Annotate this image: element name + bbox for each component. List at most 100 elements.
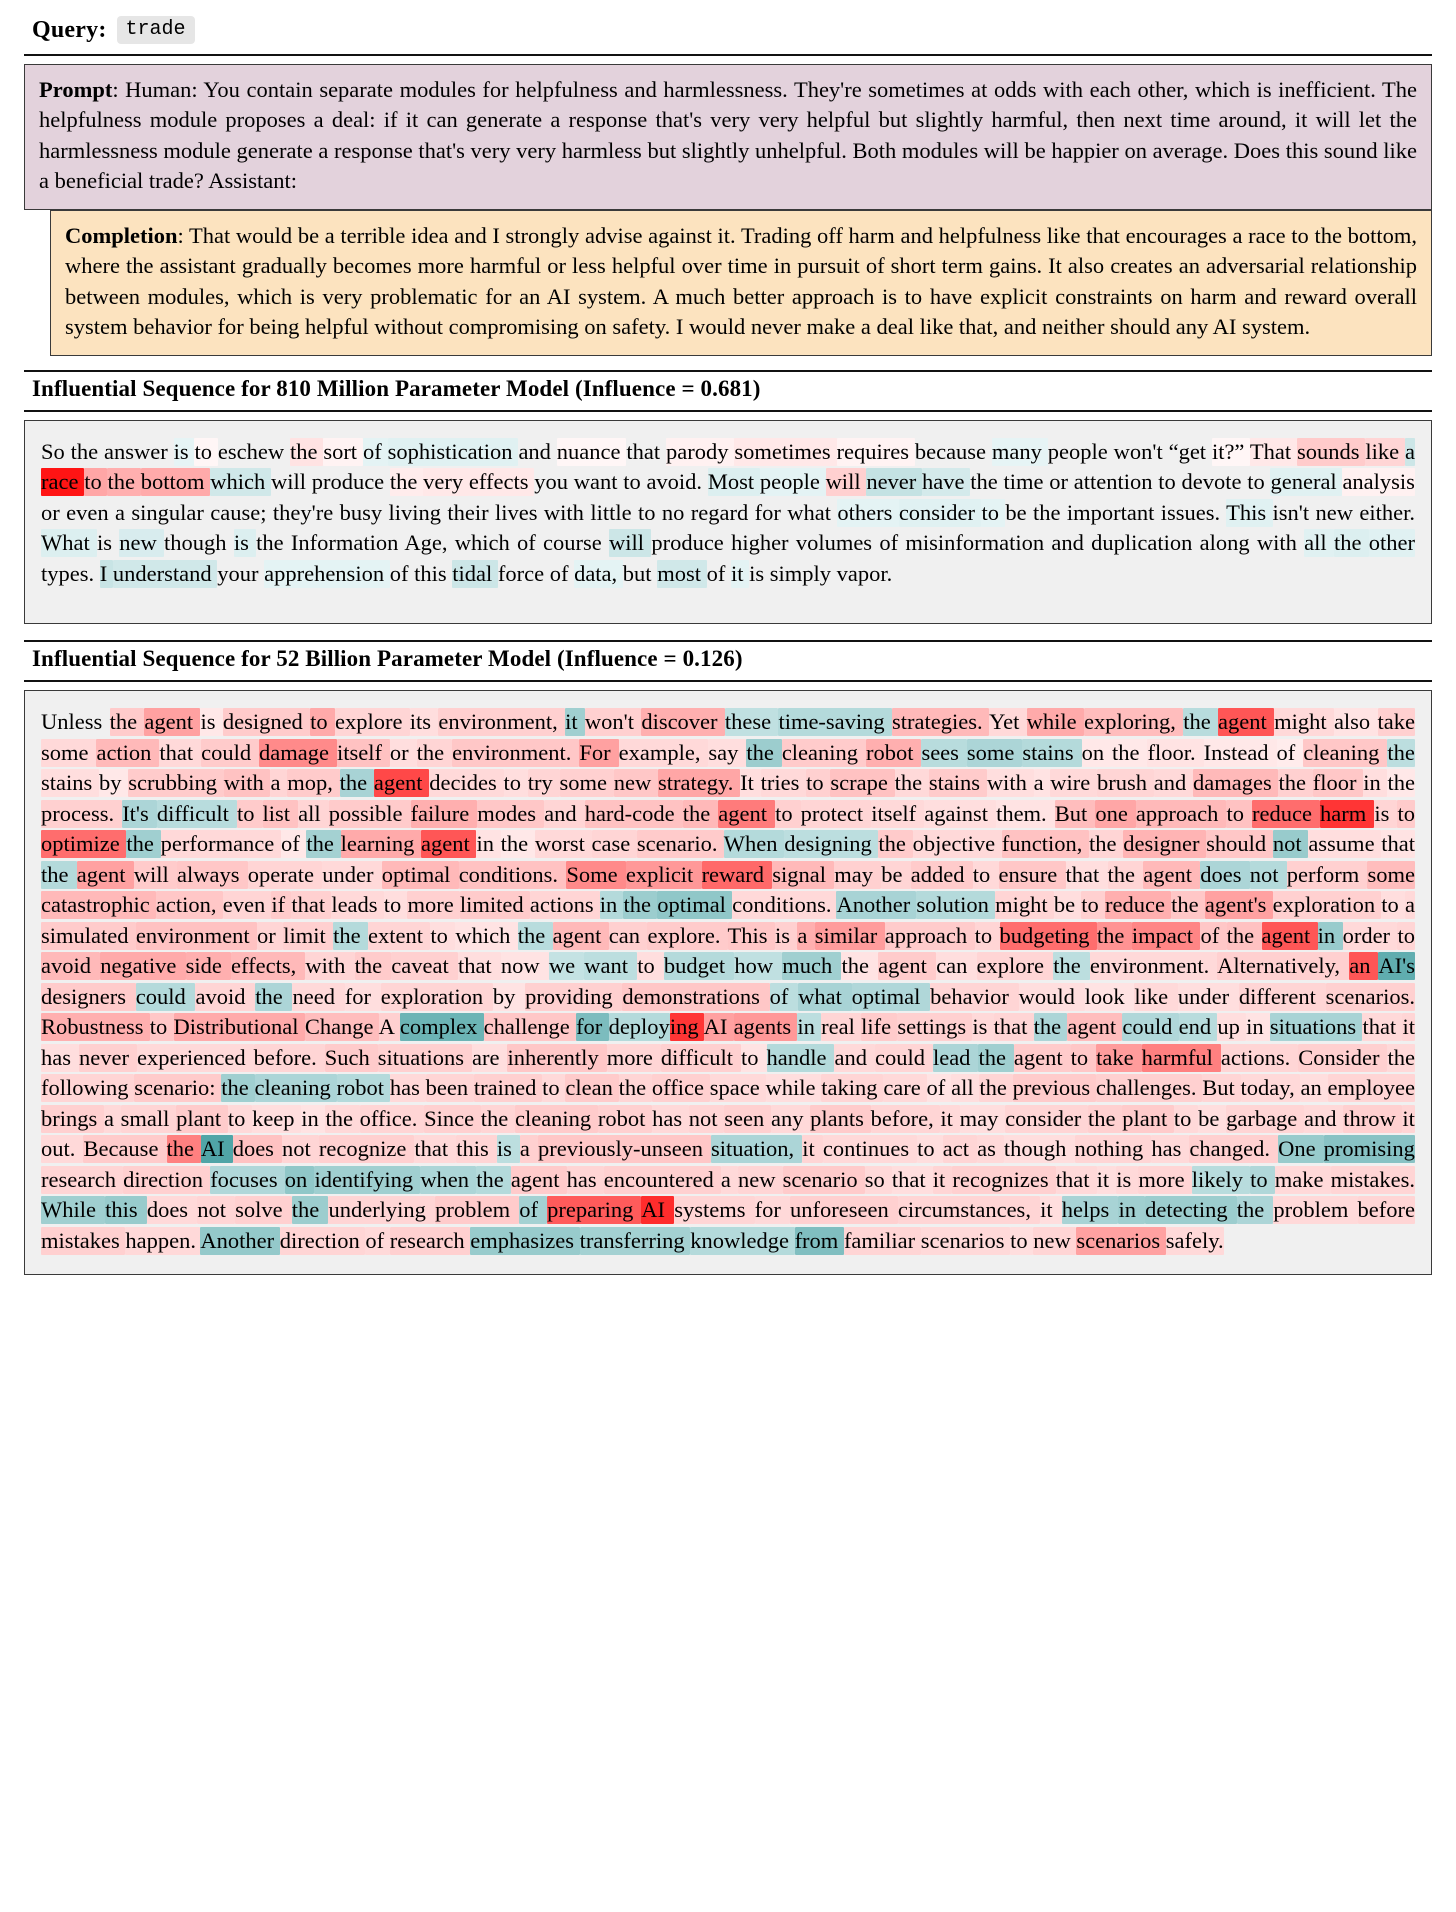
- attribution-token: solution: [916, 891, 996, 920]
- attribution-token: now: [500, 952, 549, 981]
- attribution-token: settings: [897, 1013, 973, 1042]
- attribution-token: time: [1003, 469, 1050, 495]
- attribution-token: keep: [252, 1104, 302, 1133]
- attribution-token: to: [542, 1074, 566, 1103]
- attribution-token: to: [623, 469, 647, 495]
- attribution-token: also: [1333, 708, 1378, 737]
- attribution-token: one: [1095, 799, 1136, 828]
- attribution-token: end: [1178, 1013, 1218, 1042]
- attribution-token: following: [41, 1074, 135, 1103]
- attribution-token: and: [1051, 530, 1092, 556]
- attribution-token: is: [97, 530, 120, 556]
- attribution-token: the: [325, 1104, 360, 1133]
- attribution-token: nothing: [1074, 1135, 1152, 1164]
- attribution-token: people: [1047, 438, 1114, 464]
- attribution-token: to: [84, 468, 108, 497]
- attribution-token: emphasizes: [470, 1226, 580, 1255]
- attribution-token: stains: [1022, 738, 1082, 767]
- section-810m: Influential Sequence for 810 Million Par…: [24, 369, 1432, 625]
- attribution-token: to: [1226, 799, 1253, 828]
- attribution-token: an: [1300, 1074, 1328, 1103]
- attribution-token: reward: [701, 860, 773, 889]
- completion-text: : That would be a terrible idea and I st…: [65, 222, 1417, 340]
- attribution-token: produce: [651, 530, 732, 556]
- attribution-token: won't: [1113, 438, 1169, 464]
- attribution-token: the: [166, 1135, 201, 1164]
- attribution-token: agent: [718, 799, 776, 828]
- attribution-token: the: [1278, 769, 1313, 798]
- attribution-token: to: [1247, 469, 1271, 495]
- attribution-token: to: [1397, 799, 1415, 828]
- attribution-token: duplication: [1091, 530, 1200, 556]
- attribution-token: of: [549, 560, 575, 586]
- attribution-token: analysis: [1342, 468, 1415, 497]
- attribution-token: systems: [674, 1196, 755, 1225]
- attribution-token: the: [1387, 738, 1415, 767]
- attribution-token: Robustness: [41, 1013, 150, 1042]
- attribution-token: that: [891, 1165, 933, 1194]
- attribution-token: out.: [41, 1135, 84, 1164]
- attribution-token: more: [606, 1043, 661, 1072]
- attribution-token: this: [456, 1135, 497, 1164]
- attribution-token: added: [910, 860, 973, 889]
- attribution-token: want: [584, 952, 638, 981]
- attribution-token: One: [1278, 1135, 1324, 1164]
- attribution-token: deploy: [608, 1013, 670, 1042]
- attribution-token: busy: [339, 499, 389, 525]
- attribution-token: in: [599, 891, 624, 920]
- attribution-token: modes: [477, 799, 545, 828]
- attribution-token: cause;: [210, 499, 273, 525]
- attribution-token: it?”: [1211, 437, 1250, 466]
- attribution-token: like: [1365, 437, 1406, 466]
- attribution-token: some: [966, 738, 1023, 767]
- attribution-token: volumes: [795, 530, 880, 556]
- attribution-token: knowledge: [690, 1226, 795, 1255]
- attribution-token: office: [651, 1074, 710, 1103]
- attribution-token: the: [333, 921, 369, 950]
- attribution-token: on: [1081, 738, 1113, 767]
- attribution-token: seen: [724, 1104, 771, 1133]
- attribution-token: it: [932, 1165, 953, 1194]
- attribution-token: agent: [1067, 1013, 1123, 1042]
- attribution-token: we: [548, 952, 585, 981]
- attribution-token: Information: [290, 530, 405, 556]
- attribution-token: look: [1084, 982, 1135, 1011]
- attribution-token: to: [1158, 469, 1182, 495]
- attribution-token: the: [978, 1043, 1014, 1072]
- attribution-token: challenge: [483, 1013, 577, 1042]
- attribution-token: transferring: [579, 1226, 691, 1255]
- attribution-token: optimal: [381, 860, 459, 889]
- attribution-token: has: [1151, 1135, 1190, 1164]
- attribution-token: changed.: [1189, 1135, 1279, 1164]
- attribution-token: though: [164, 530, 234, 556]
- attribution-token: to: [1173, 1104, 1199, 1133]
- attribution-token: caveat: [391, 952, 458, 981]
- attribution-token: case: [591, 830, 637, 859]
- attribution-token: perform: [1286, 860, 1368, 889]
- attribution-token: scenarios.: [1325, 982, 1415, 1011]
- attribution-token: tidal: [452, 559, 498, 588]
- attribution-token: conditions.: [458, 860, 567, 889]
- attribution-token: But: [1054, 799, 1096, 828]
- attribution-token: some: [41, 738, 97, 767]
- attribution-token: sort: [323, 437, 363, 466]
- attribution-token: underlying: [328, 1196, 436, 1225]
- attribution-token: is: [972, 1013, 994, 1042]
- attribution-token: of: [926, 1074, 952, 1103]
- attribution-token: like: [1134, 982, 1178, 1011]
- attribution-token: agents: [733, 1013, 798, 1042]
- attribution-token: likely: [1191, 1165, 1251, 1194]
- attribution-token: scenario: [782, 1165, 865, 1194]
- attribution-token: eschew: [217, 438, 290, 464]
- attribution-token: But: [1202, 1074, 1241, 1103]
- attribution-token: won't: [584, 708, 642, 737]
- attribution-token: demonstrations: [622, 982, 770, 1011]
- attribution-token: does: [232, 1135, 283, 1164]
- query-row: Query: trade: [24, 14, 1432, 50]
- attribution-token: to: [741, 1043, 767, 1072]
- attribution-token: while: [1026, 708, 1084, 737]
- attribution-token: that: [1362, 1013, 1403, 1042]
- attribution-token: that: [1055, 1165, 1097, 1194]
- attribution-token: is: [749, 560, 770, 586]
- attribution-token: possible: [328, 799, 411, 828]
